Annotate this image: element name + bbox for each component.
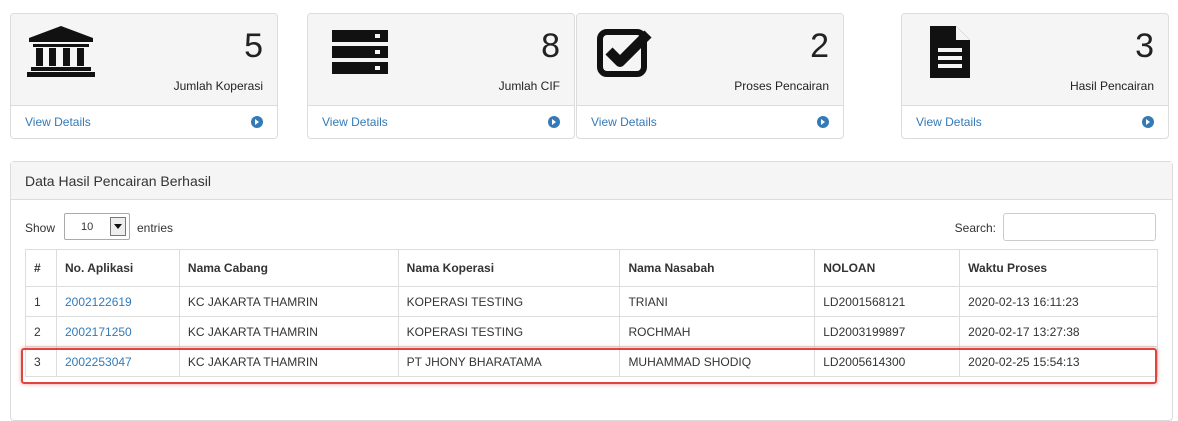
entries-select[interactable]: 10 <box>64 213 130 240</box>
arrow-circle-right-icon[interactable] <box>817 116 829 128</box>
table-controls: Show 10 entries Search: <box>25 213 1156 241</box>
column-header[interactable]: NOLOAN <box>814 249 961 287</box>
column-header[interactable]: No. Aplikasi <box>55 249 180 287</box>
entries-value: 10 <box>81 221 94 233</box>
branch-name: KC JAKARTA THAMRIN <box>178 346 399 377</box>
stat-card-header: 5 Jumlah Koperasi <box>11 14 277 106</box>
loan-number: LD2001568121 <box>814 286 961 317</box>
view-details-link[interactable]: View Details <box>322 115 388 129</box>
entries-label: entries <box>137 221 174 235</box>
application-number-link[interactable]: 2002253047 <box>55 346 180 377</box>
view-details-link[interactable]: View Details <box>916 115 982 129</box>
cooperative-name: KOPERASI TESTING <box>397 286 621 317</box>
check-square-icon <box>591 24 663 80</box>
application-number-link[interactable]: 2002171250 <box>55 316 180 347</box>
branch-name: KC JAKARTA THAMRIN <box>178 286 399 317</box>
branch-name: KC JAKARTA THAMRIN <box>178 316 399 347</box>
application-number-link[interactable]: 2002122619 <box>55 286 180 317</box>
table-row: 1 2002122619 KC JAKARTA THAMRIN KOPERASI… <box>25 286 1158 317</box>
server-icon <box>322 24 394 80</box>
bank-icon <box>25 24 97 80</box>
column-header[interactable]: Nama Cabang <box>178 249 399 287</box>
arrow-circle-right-icon[interactable] <box>548 116 560 128</box>
cooperative-name: KOPERASI TESTING <box>397 316 621 347</box>
stat-card-footer[interactable]: View Details <box>577 106 843 138</box>
stat-label: Jumlah CIF <box>498 79 560 93</box>
column-header[interactable]: Nama Nasabah <box>619 249 816 287</box>
process-time: 2020-02-25 15:54:13 <box>959 346 1158 377</box>
row-number: 3 <box>25 346 57 377</box>
loan-number: LD2005614300 <box>814 346 961 377</box>
stat-value: 2 <box>810 27 829 65</box>
column-header[interactable]: Waktu Proses <box>959 249 1158 287</box>
table-row: 2 2002171250 KC JAKARTA THAMRIN KOPERASI… <box>25 316 1158 347</box>
stat-label: Hasil Pencairan <box>1069 79 1154 93</box>
stat-card-hasil: 3 Hasil Pencairan View Details <box>901 13 1169 139</box>
customer-name: MUHAMMAD SHODIQ <box>619 346 816 377</box>
stat-card-header: 3 Hasil Pencairan <box>902 14 1168 106</box>
stat-card-header: 8 Jumlah CIF <box>308 14 574 106</box>
cooperative-name: PT JHONY BHARATAMA <box>397 346 621 377</box>
stat-value: 8 <box>541 27 560 65</box>
process-time: 2020-02-13 16:11:23 <box>959 286 1158 317</box>
stat-label: Proses Pencairan <box>734 79 829 93</box>
stats-row: 5 Jumlah Koperasi View Details 8 Jumlah … <box>10 13 1173 139</box>
stat-card-proses: 2 Proses Pencairan View Details <box>576 13 844 139</box>
results-table: # No. Aplikasi Nama Cabang Nama Koperasi… <box>25 249 1158 377</box>
results-panel: Data Hasil Pencairan Berhasil Show 10 en… <box>10 161 1173 421</box>
arrow-circle-right-icon[interactable] <box>1142 116 1154 128</box>
panel-title: Data Hasil Pencairan Berhasil <box>11 162 1172 200</box>
stat-label: Jumlah Koperasi <box>173 79 263 93</box>
stat-value: 5 <box>244 27 263 65</box>
view-details-link[interactable]: View Details <box>25 115 91 129</box>
row-number: 2 <box>25 316 57 347</box>
table-row: 3 2002253047 KC JAKARTA THAMRIN PT JHONY… <box>25 346 1158 377</box>
loan-number: LD2003199897 <box>814 316 961 347</box>
stat-card-koperasi: 5 Jumlah Koperasi View Details <box>10 13 278 139</box>
customer-name: ROCHMAH <box>619 316 816 347</box>
stat-card-footer[interactable]: View Details <box>902 106 1168 138</box>
process-time: 2020-02-17 13:27:38 <box>959 316 1158 347</box>
view-details-link[interactable]: View Details <box>591 115 657 129</box>
search-input[interactable] <box>1003 213 1156 241</box>
stat-card-footer[interactable]: View Details <box>308 106 574 138</box>
arrow-circle-right-icon[interactable] <box>251 116 263 128</box>
search-label: Search: <box>954 221 996 235</box>
stat-card-footer[interactable]: View Details <box>11 106 277 138</box>
stat-value: 3 <box>1135 27 1154 65</box>
column-header[interactable]: Nama Koperasi <box>397 249 621 287</box>
stat-card-cif: 8 Jumlah CIF View Details <box>307 13 575 139</box>
document-icon <box>916 24 988 80</box>
show-label: Show <box>25 221 56 235</box>
stat-card-header: 2 Proses Pencairan <box>577 14 843 106</box>
customer-name: TRIANI <box>619 286 816 317</box>
table-header-row: # No. Aplikasi Nama Cabang Nama Koperasi… <box>25 249 1158 287</box>
column-header[interactable]: # <box>25 249 57 287</box>
row-number: 1 <box>25 286 57 317</box>
chevron-down-icon[interactable] <box>110 217 126 236</box>
